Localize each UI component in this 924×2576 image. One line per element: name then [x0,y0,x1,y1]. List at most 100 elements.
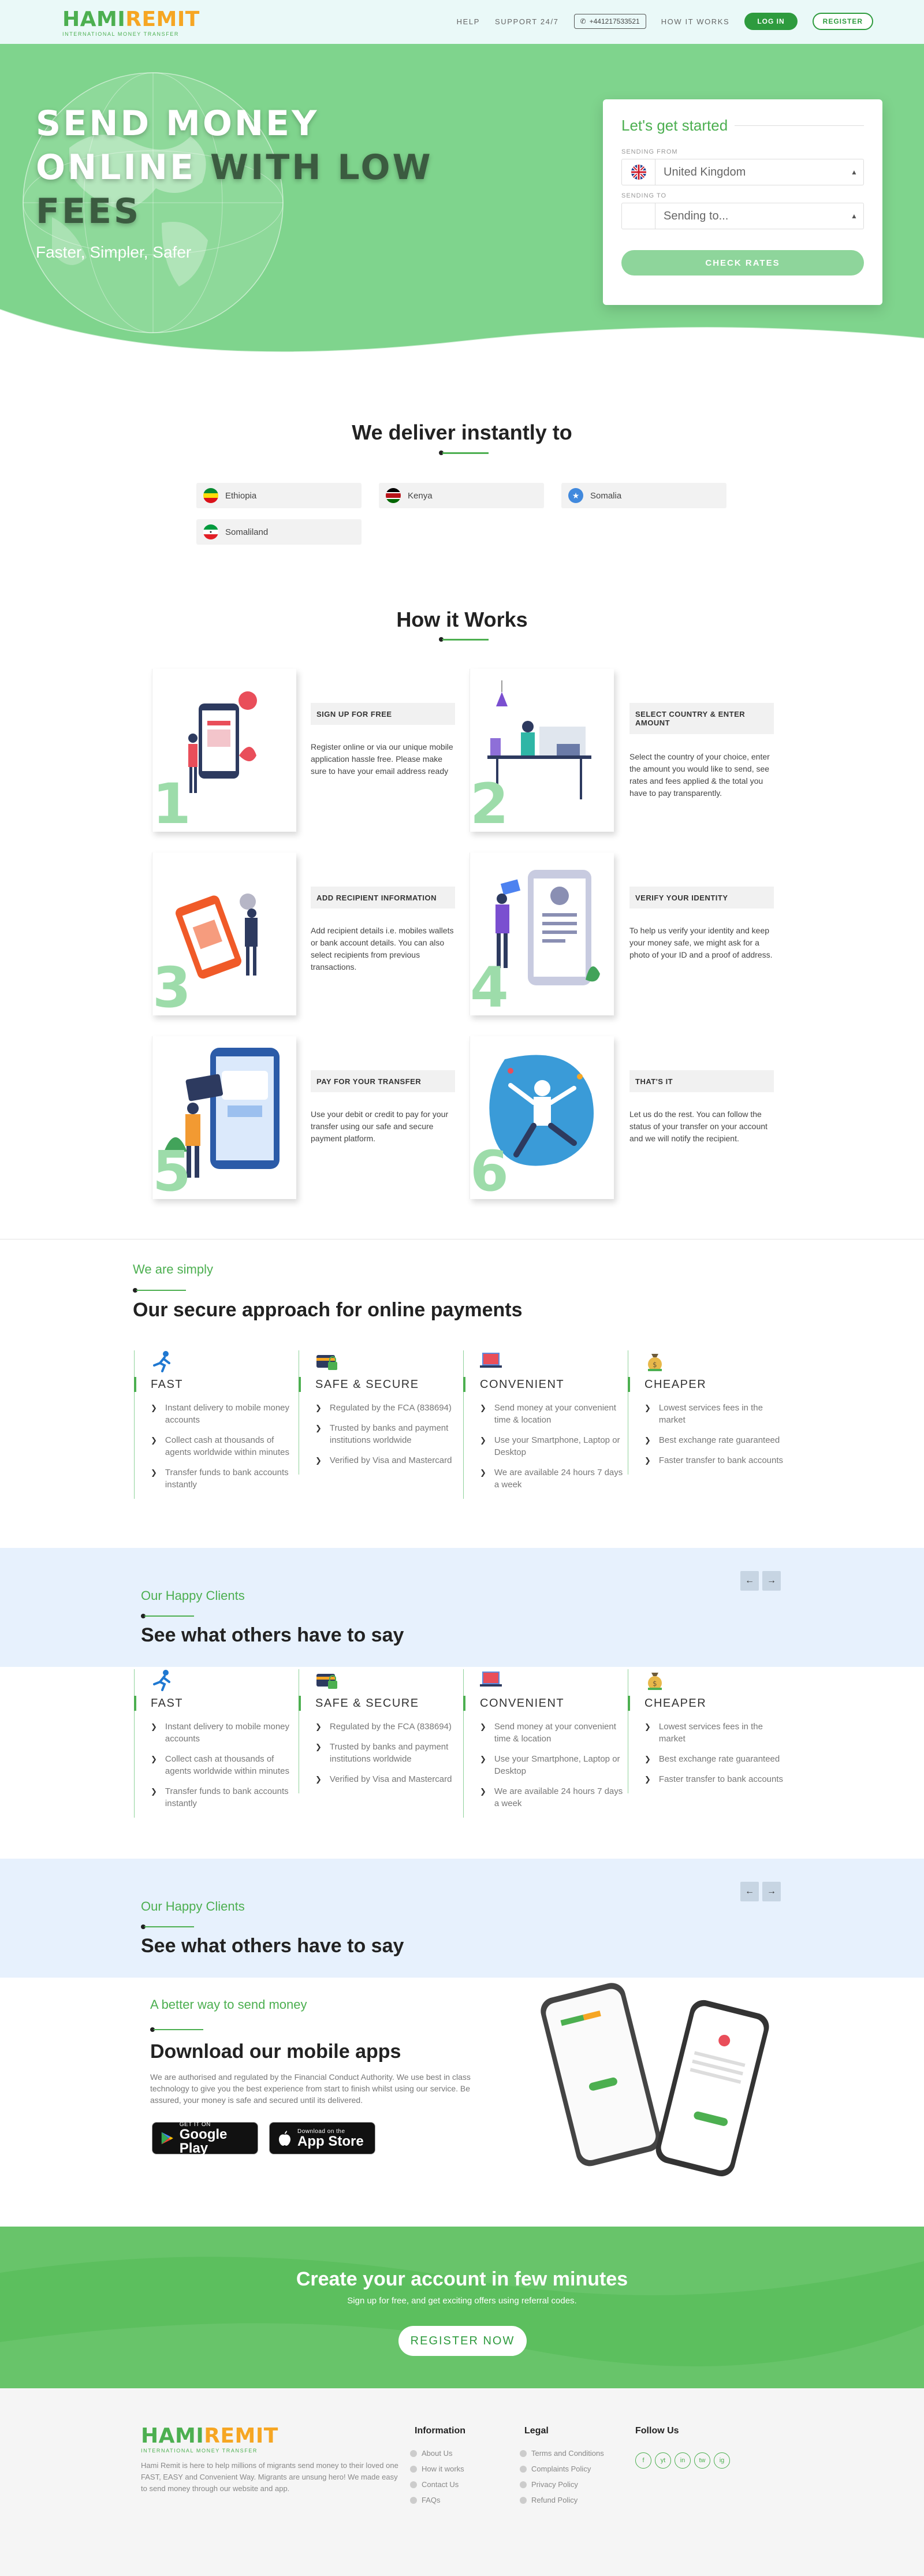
chevron-right-icon: ❯ [151,1404,157,1412]
step-4-title: VERIFY YOUR IDENTITY [629,887,774,909]
cta-title: Create your account in few minutes [296,2268,628,2290]
footer-legal-links: Terms and Conditions Complaints Policy P… [520,2449,604,2511]
footer-link-how-it-works[interactable]: How it works [410,2465,464,2473]
youtube-icon[interactable]: yt [655,2452,671,2469]
footer-logo[interactable]: HAMIREMIT INTERNATIONAL MONEY TRANSFER [141,2426,278,2454]
country-ethiopia[interactable]: Ethiopia [196,483,362,508]
feature-title: CHEAPER [628,1696,789,1711]
footer-link-complaints[interactable]: Complaints Policy [520,2465,604,2473]
register-button[interactable]: REGISTER [812,13,873,30]
step-number: 4 [470,955,509,1015]
feature-point: Faster transfer to bank accounts [658,1774,784,1784]
chevron-right-icon: ❯ [480,1404,486,1412]
laptop-icon [480,1350,625,1372]
register-now-button[interactable]: REGISTER NOW [398,2326,527,2356]
feature-safe-secure: SAFE & SECURE ❯ Regulated by the FCA (838… [299,1669,460,1793]
money-bag-icon: $ [644,1350,789,1372]
step-2-illustration: 2 [470,669,614,832]
app-store-button[interactable]: Download on the App Store [269,2122,375,2154]
hero-title-line1: SEND MONEY [36,103,319,144]
testimonials-band: ← → Our Happy Clients See what others ha… [0,1548,924,1667]
sending-to-select[interactable]: Sending to... ▲︎ [621,203,864,229]
footer-link-terms[interactable]: Terms and Conditions [520,2449,604,2458]
feature-title: SAFE & SECURE [299,1377,460,1392]
google-play-button[interactable]: GET IT ON Google Play [152,2121,258,2155]
country-somaliland[interactable]: ★ Somaliland [196,519,362,545]
sending-from-value: United Kingdom [664,165,746,178]
select-caret-icon: ▲︎ [851,212,858,220]
prev-arrow-button[interactable]: ← [740,1571,759,1591]
feature-point: Send money at your convenient time & loc… [494,1722,616,1744]
step-5-title: PAY FOR YOUR TRANSFER [311,1070,455,1092]
how-title-underline [439,637,489,642]
chevron-right-icon: ❯ [644,1722,651,1731]
country-name: Somaliland [225,527,269,537]
approach-underline [133,1288,186,1293]
country-somalia[interactable]: ★ Somalia [561,483,726,508]
nav-support-link[interactable]: SUPPORT 24/7 [495,17,559,26]
linkedin-icon[interactable]: in [675,2452,691,2469]
runner-icon [151,1350,296,1372]
chevron-right-icon: ❯ [315,1743,322,1751]
nav-how-it-works-link[interactable]: HOW IT WORKS [661,17,730,26]
footer-link-about[interactable]: About Us [410,2449,464,2458]
step-number: 1 [152,772,191,832]
feature-title: SAFE & SECURE [299,1696,460,1711]
footer-link-contact[interactable]: Contact Us [410,2480,464,2489]
twitter-icon[interactable]: tw [694,2452,710,2469]
logo[interactable]: HAMIREMIT INTERNATIONAL MONEY TRANSFER [62,9,200,38]
feature-point: Trusted by banks and payment institution… [329,1742,449,1764]
nav-help-link[interactable]: HELP [457,17,480,26]
login-button[interactable]: LOG IN [744,13,798,30]
feature-point: Verified by Visa and Mastercard [329,1774,452,1784]
footer-link-faqs[interactable]: FAQs [410,2496,464,2504]
step-1-description: Register online or via our unique mobile… [311,742,453,776]
chevron-right-icon: ❯ [151,1755,157,1763]
secure-card-icon [315,1669,460,1691]
arrow-left-icon: ← [745,1576,754,1585]
country-kenya[interactable]: Kenya [379,483,544,508]
app-store-label: App Store [297,2133,364,2149]
next-arrow-button[interactable]: → [762,1571,781,1591]
logo-tagline: INTERNATIONAL MONEY TRANSFER [141,2448,258,2454]
phone-button[interactable]: ✆ +441217533521 [573,14,646,29]
chevron-right-icon: ❯ [151,1468,157,1477]
social-links: f yt in tw ig [635,2452,730,2469]
footer-link-refund[interactable]: Refund Policy [520,2496,604,2504]
svg-text:$: $ [653,1361,657,1369]
runner-icon [151,1669,296,1691]
chevron-right-icon: ❯ [644,1456,651,1465]
step-3-description: Add recipient details i.e. mobiles walle… [311,926,454,971]
feature-safe-secure: SAFE & SECURE ❯ Regulated by the FCA (838… [299,1350,460,1475]
instagram-icon[interactable]: ig [714,2452,730,2469]
step-2-title: SELECT COUNTRY & ENTER AMOUNT [629,703,774,734]
facebook-icon[interactable]: f [635,2452,651,2469]
feature-point: Instant delivery to mobile money account… [165,1722,290,1744]
chevron-right-icon: ❯ [644,1436,651,1445]
step-4-illustration: 4 [470,853,614,1015]
footer-information-title: Information [415,2426,465,2436]
chevron-right-icon: ❯ [315,1722,322,1731]
testimonials-title: See what others have to say [141,1624,404,1646]
chevron-right-icon: ❯ [315,1456,322,1465]
hero-title-line2-dark: WITH LOW [195,147,433,188]
footer-link-privacy[interactable]: Privacy Policy [520,2480,604,2489]
cta-subtitle: Sign up for free, and get exciting offer… [347,2296,577,2306]
app-underline [150,2027,203,2032]
chevron-right-icon: ❯ [644,1775,651,1784]
step-3-title: ADD RECIPIENT INFORMATION [311,887,455,909]
feature-point: Collect cash at thousands of agents worl… [165,1435,290,1457]
logo-text-hami: HAMI [141,2424,204,2448]
app-subtitle: A better way to send money [150,1997,307,2012]
next-arrow-button[interactable]: → [762,1882,781,1901]
deliver-title: We deliver instantly to [352,420,572,444]
sending-to-label: SENDING TO [621,192,667,199]
sending-from-select[interactable]: United Kingdom ▲︎ [621,159,864,185]
chevron-right-icon: ❯ [480,1436,486,1445]
check-rates-button[interactable]: CHECK RATES [621,250,864,276]
chevron-right-icon: ❯ [644,1404,651,1412]
feature-point: Regulated by the FCA (838694) [329,1403,452,1413]
prev-arrow-button[interactable]: ← [740,1882,759,1901]
feature-title: CONVENIENT [463,1377,625,1392]
cta-wave-background [0,2227,924,2388]
